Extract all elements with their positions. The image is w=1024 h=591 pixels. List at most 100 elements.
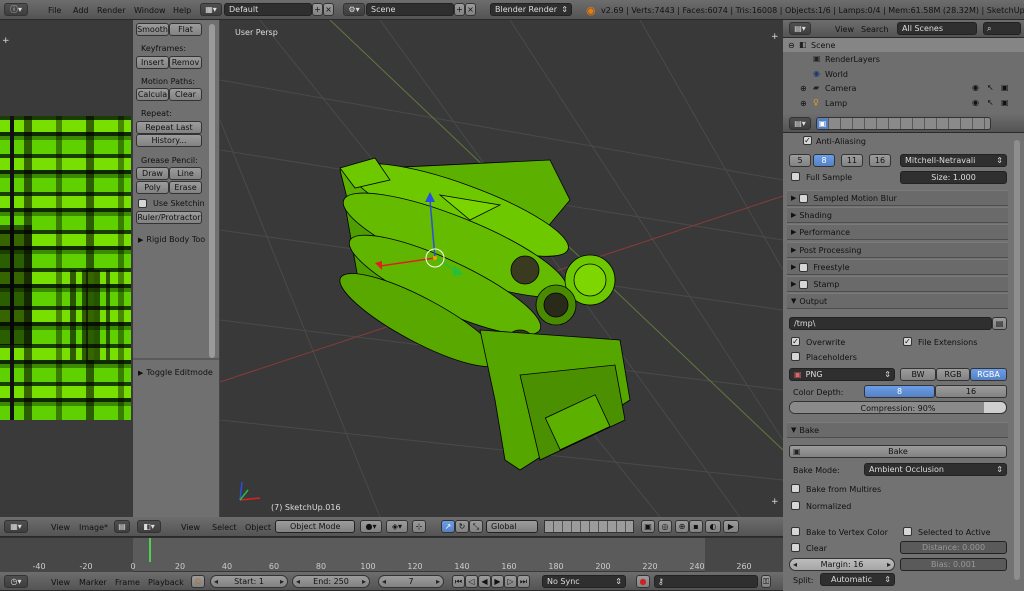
- snap-toggle-icon[interactable]: ⊕: [675, 520, 689, 533]
- outliner-editor-type-button[interactable]: ▤▾: [789, 22, 811, 35]
- normalized-checkbox[interactable]: [791, 501, 800, 510]
- gp-line-button[interactable]: Line: [169, 167, 202, 180]
- increment-icon[interactable]: ▸: [887, 560, 891, 569]
- current-frame-field[interactable]: ◂ 7 ▸: [378, 575, 444, 588]
- shade-flat-button[interactable]: Flat: [169, 23, 202, 36]
- insert-keyframe-icon[interactable]: ⚿: [761, 575, 771, 588]
- opengl-render-icon[interactable]: ▶: [723, 520, 739, 533]
- jump-start-button[interactable]: ⏮: [452, 575, 465, 588]
- increment-icon[interactable]: ▸: [280, 577, 284, 586]
- translate-manipulator[interactable]: ↗: [441, 520, 455, 533]
- shading-panel[interactable]: ▶ Shading: [787, 207, 1008, 223]
- transform-orientation-select[interactable]: Global: [486, 520, 538, 533]
- play-reverse-button[interactable]: ◀: [478, 575, 491, 588]
- full-sample-checkbox[interactable]: [791, 172, 800, 181]
- repeat-last-button[interactable]: Repeat Last: [136, 121, 202, 134]
- render-engine-select[interactable]: Blender Render ⇕: [490, 3, 572, 16]
- tool-shelf-scrollbar[interactable]: [209, 24, 215, 358]
- bake-panel[interactable]: ▼ Bake: [787, 422, 1008, 438]
- anti-aliasing-title[interactable]: Anti-Aliasing: [816, 137, 866, 146]
- freestyle-checkbox[interactable]: [799, 262, 809, 272]
- timeline-view-menu[interactable]: View: [51, 578, 70, 587]
- record-button[interactable]: ●: [636, 575, 650, 588]
- view3d-select-menu[interactable]: Select: [212, 523, 237, 532]
- anti-aliasing-checkbox[interactable]: ✓: [803, 136, 812, 145]
- freestyle-panel[interactable]: ▶ Freestyle: [787, 259, 1008, 275]
- prev-keyframe-button[interactable]: ◁: [465, 575, 478, 588]
- shading-mode-button[interactable]: ●▾: [360, 520, 382, 533]
- decrement-icon[interactable]: ◂: [296, 577, 300, 586]
- layers-grid[interactable]: [544, 520, 634, 533]
- menu-window[interactable]: Window: [134, 6, 166, 15]
- aa-size-field[interactable]: Size: 1.000: [900, 171, 1007, 184]
- sync-mode-select[interactable]: No Sync ⇕: [542, 575, 626, 588]
- aa-samples-11[interactable]: 11: [841, 154, 863, 167]
- view3d-object-menu[interactable]: Object: [245, 523, 271, 532]
- outliner-item-renderlayers[interactable]: RenderLayers: [825, 55, 880, 64]
- color-depth-8[interactable]: 8: [864, 385, 935, 398]
- proportional-edit-icon[interactable]: ◎: [658, 520, 672, 533]
- render-camera-icon[interactable]: ▣: [1001, 98, 1009, 107]
- view3d-view-menu[interactable]: View: [181, 523, 200, 532]
- overwrite-checkbox[interactable]: ✓: [791, 337, 800, 346]
- outliner-search-menu[interactable]: Search: [861, 25, 888, 34]
- ruler-protractor-button[interactable]: Ruler/Protractor: [136, 211, 202, 224]
- distance-field[interactable]: Distance: 0.000: [900, 541, 1007, 554]
- clear-paths-button[interactable]: Clear: [169, 88, 202, 101]
- outliner-expand-camera-icon[interactable]: ⊕: [800, 84, 807, 93]
- output-path-input[interactable]: /tmp\: [789, 317, 992, 330]
- properties-context-tabs[interactable]: [816, 117, 991, 130]
- add-layout-button[interactable]: +: [312, 3, 323, 16]
- outliner-search-input[interactable]: ⌕: [983, 22, 1021, 35]
- aa-samples-8[interactable]: 8: [813, 154, 835, 167]
- outliner-filter-select[interactable]: All Scenes: [897, 22, 977, 35]
- outliner-expand-icon[interactable]: ⊖: [788, 41, 795, 50]
- eye-icon[interactable]: ◉: [972, 98, 979, 107]
- lock-layers-icon[interactable]: ▣: [641, 520, 655, 533]
- next-keyframe-button[interactable]: ▷: [504, 575, 517, 588]
- file-browse-icon[interactable]: ▤: [992, 317, 1007, 330]
- layout-select[interactable]: Default: [224, 3, 312, 16]
- use-sketching-checkbox[interactable]: [138, 199, 147, 208]
- object-mode-select[interactable]: Object Mode: [275, 520, 355, 533]
- timeline-area[interactable]: [0, 537, 783, 572]
- render-camera-icon[interactable]: ▣: [1001, 83, 1009, 92]
- color-mode-bw[interactable]: BW: [900, 368, 936, 381]
- keying-set-field[interactable]: ⚷: [654, 575, 758, 588]
- layout-icon[interactable]: ▦▾: [200, 3, 222, 16]
- bake-to-vertex-color-checkbox[interactable]: [791, 527, 800, 536]
- bake-from-multires-checkbox[interactable]: [791, 484, 800, 493]
- outliner-item-camera[interactable]: Camera: [825, 84, 856, 93]
- info-editor-type-button[interactable]: ⓘ▾: [4, 3, 28, 16]
- file-format-select[interactable]: ▣ PNG ⇕: [789, 368, 895, 381]
- end-frame-field[interactable]: ◂ End: 250 ▸: [292, 575, 370, 588]
- rigid-body-tools-panel[interactable]: ▶ Rigid Body Too: [138, 235, 205, 244]
- menu-render[interactable]: Render: [97, 6, 125, 15]
- stamp-panel[interactable]: ▶ Stamp: [787, 276, 1008, 292]
- gp-erase-button[interactable]: Erase: [169, 181, 202, 194]
- eye-icon[interactable]: ◉: [972, 83, 979, 92]
- current-frame-marker[interactable]: [149, 538, 152, 562]
- render-preview-icon[interactable]: ◐: [705, 520, 721, 533]
- post-processing-panel[interactable]: ▶ Post Processing: [787, 242, 1008, 258]
- shade-smooth-button[interactable]: Smooth: [136, 23, 169, 36]
- calculate-paths-button[interactable]: Calcula: [136, 88, 169, 101]
- cursor-select-icon[interactable]: ↖: [987, 83, 994, 92]
- image-editor[interactable]: +: [0, 20, 133, 517]
- stamp-checkbox[interactable]: [799, 279, 809, 289]
- margin-field[interactable]: ◂ Margin: 16 ▸: [789, 558, 895, 571]
- image-view-menu[interactable]: View: [51, 523, 70, 532]
- preview-range-icon[interactable]: ⏲: [191, 575, 205, 588]
- output-panel[interactable]: ▼ Output: [787, 293, 1008, 309]
- remove-scene-button[interactable]: ×: [465, 3, 476, 16]
- timeline-playback-menu[interactable]: Playback: [148, 578, 184, 587]
- outliner-view-menu[interactable]: View: [835, 25, 854, 34]
- aa-filter-select[interactable]: Mitchell-Netravali ⇕: [900, 154, 1007, 167]
- bake-button[interactable]: ▣ Bake: [789, 445, 1007, 458]
- bake-mode-select[interactable]: Ambient Occlusion ⇕: [864, 463, 1007, 476]
- render-tab-icon[interactable]: ▣: [817, 118, 828, 129]
- bias-field[interactable]: Bias: 0.001: [900, 558, 1007, 571]
- gp-poly-button[interactable]: Poly: [136, 181, 169, 194]
- properties-editor-type-button[interactable]: ▤▾: [789, 117, 811, 130]
- menu-add[interactable]: Add: [73, 6, 89, 15]
